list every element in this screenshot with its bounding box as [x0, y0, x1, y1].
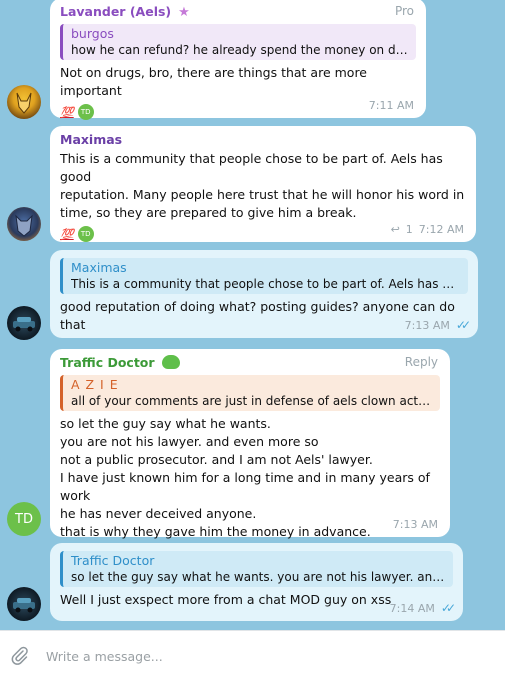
fox-avatar-icon — [16, 92, 32, 114]
quote-name: burgos — [71, 26, 114, 41]
car-avatar-icon — [13, 598, 35, 613]
frog-icon — [161, 355, 180, 369]
car-avatar-icon — [13, 317, 35, 332]
message-composer — [0, 630, 505, 681]
reactions[interactable]: 💯 TD — [60, 104, 416, 120]
quote-text: so let the guy say what he wants. you ar… — [71, 570, 445, 584]
chat-area: Lavander (Aels) ★ Pro burgos how he can … — [0, 0, 505, 630]
avatar[interactable] — [7, 306, 41, 340]
reply-quote[interactable]: burgos how he can refund? he already spe… — [60, 24, 416, 60]
avatar[interactable] — [7, 587, 41, 621]
message-bubble[interactable]: Lavander (Aels) ★ Pro burgos how he can … — [50, 0, 426, 120]
message-time: 7:13 AM — [392, 518, 438, 531]
avatar[interactable] — [7, 85, 41, 119]
reply-count[interactable]: 1 — [406, 223, 413, 236]
message-meta: 7:13 AM — [393, 518, 438, 531]
message-bubble[interactable]: Maximas This is a community that people … — [50, 126, 476, 242]
avatar[interactable]: TD — [7, 502, 41, 536]
quote-text: how he can refund? he already spend the … — [71, 43, 408, 57]
message-meta: 7:13 AM ✓✓ — [404, 318, 471, 332]
double-check-icon: ✓✓ — [455, 318, 471, 332]
star-icon: ★ — [178, 5, 190, 20]
message-time: 7:13 AM — [404, 318, 450, 332]
message-time: 7:12 AM — [418, 223, 464, 236]
message-text: so let the guy say what he wants. you ar… — [60, 416, 430, 539]
message-input[interactable] — [44, 645, 488, 667]
sender-name[interactable]: Maximas — [60, 132, 466, 148]
paperclip-icon[interactable] — [8, 644, 30, 666]
quote-name: Maximas — [71, 260, 127, 275]
message-meta: 7:14 AM ✓✓ — [389, 601, 456, 615]
message-bubble[interactable]: Traffic Doctor Reply A Z I E all of your… — [50, 349, 450, 539]
sender-name[interactable]: Lavander (Aels) — [60, 4, 171, 20]
double-check-icon: ✓✓ — [440, 601, 456, 615]
message-text: Not on drugs, bro, there are things that… — [60, 65, 367, 98]
reaction-avatar: TD — [77, 226, 94, 242]
role-label: Pro — [394, 4, 414, 18]
message-bubble[interactable]: Traffic Doctor so let the guy say what h… — [50, 543, 463, 621]
quote-name: A Z I E — [71, 377, 119, 392]
reply-button[interactable]: Reply — [405, 355, 438, 369]
message-bubble[interactable]: Maximas This is a community that people … — [50, 250, 478, 338]
reply-quote[interactable]: A Z I E all of your comments are just in… — [60, 375, 440, 411]
quote-text: This is a community that people chose to… — [71, 277, 460, 291]
message-text: This is a community that people chose to… — [60, 151, 465, 220]
quote-text: all of your comments are just in defense… — [71, 394, 432, 408]
avatar-initials: TD — [15, 511, 33, 527]
reply-quote[interactable]: Traffic Doctor so let the guy say what h… — [60, 551, 453, 587]
quote-name: Traffic Doctor — [71, 553, 155, 568]
wolf-avatar-icon — [15, 214, 33, 237]
message-meta: ↩ 1 7:12 AM — [391, 223, 464, 236]
reply-quote[interactable]: Maximas This is a community that people … — [60, 258, 468, 294]
hundred-emoji-icon[interactable]: 💯 — [60, 228, 74, 241]
hundred-emoji-icon[interactable]: 💯 — [60, 106, 74, 119]
reaction-avatar: TD — [77, 104, 94, 120]
message-meta: 7:11 AM — [369, 99, 414, 112]
message-time: 7:14 AM — [389, 601, 435, 615]
sender-name[interactable]: Traffic Doctor — [60, 355, 155, 371]
avatar[interactable] — [7, 207, 41, 241]
reply-arrow-icon[interactable]: ↩ — [391, 223, 400, 236]
message-time: 7:11 AM — [368, 99, 414, 112]
